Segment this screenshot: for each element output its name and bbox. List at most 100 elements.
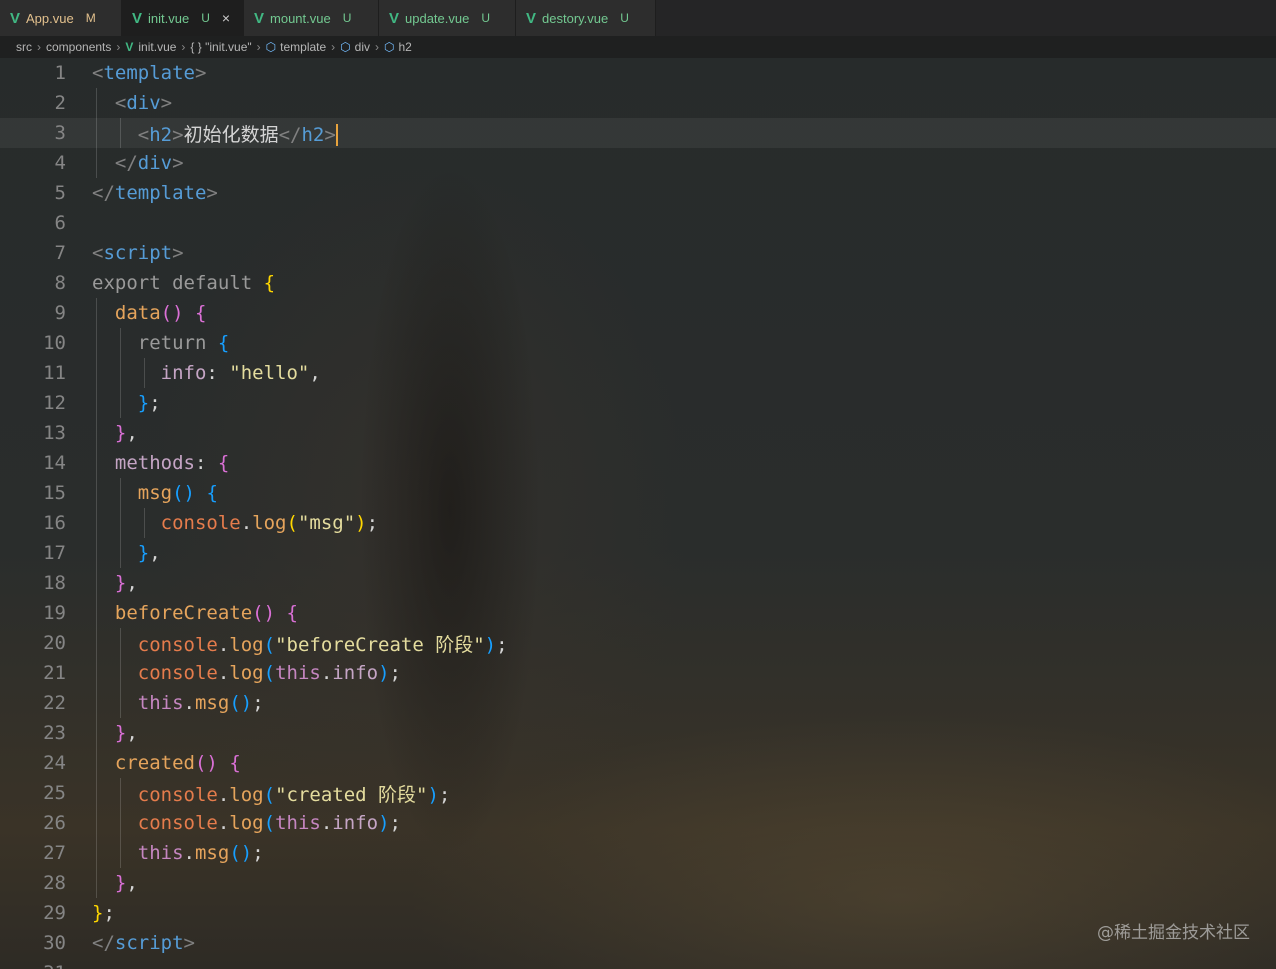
code-line[interactable]: 13 }, xyxy=(0,418,1276,448)
dot: . xyxy=(217,633,230,656)
tag-name: div xyxy=(126,92,161,114)
code-line[interactable]: 20 console.log("beforeCreate 阶段"); xyxy=(0,628,1276,658)
function-name: log xyxy=(229,812,264,834)
brace: } xyxy=(114,572,127,594)
tag-bracket: > xyxy=(194,62,207,84)
semicolon: ; xyxy=(252,842,264,864)
code-line[interactable]: 22 this.msg(); xyxy=(0,688,1276,718)
dot: . xyxy=(183,692,195,714)
tab-update-vue[interactable]: V update.vue U xyxy=(379,0,516,36)
line-number: 25 xyxy=(43,782,66,804)
paren: ) xyxy=(484,633,497,656)
tab-app-vue[interactable]: V App.vue M xyxy=(0,0,122,36)
breadcrumb-item-object[interactable]: { } "init.vue" xyxy=(190,40,251,54)
line-number: 7 xyxy=(54,242,66,264)
line-number: 14 xyxy=(43,452,66,474)
code-line[interactable]: 27 this.msg(); xyxy=(0,838,1276,868)
code-line[interactable]: 9 data() { xyxy=(0,298,1276,328)
comma: , xyxy=(126,722,138,744)
tag-name: div xyxy=(137,152,173,174)
brace: { xyxy=(217,452,230,474)
code-line[interactable]: 21 console.log(this.info); xyxy=(0,658,1276,688)
code-line[interactable]: 17 }, xyxy=(0,538,1276,568)
tab-label: mount.vue xyxy=(270,10,331,26)
git-status-badge: U xyxy=(201,11,210,25)
code-line[interactable]: 5 </template> xyxy=(0,178,1276,208)
line-number: 27 xyxy=(43,842,66,864)
function-name: log xyxy=(252,512,287,534)
code-line[interactable]: 23 }, xyxy=(0,718,1276,748)
code-line[interactable]: 31 xyxy=(0,958,1276,969)
breadcrumb-item-template[interactable]: template xyxy=(280,40,326,54)
paren: () xyxy=(229,692,253,714)
string: "msg" xyxy=(297,512,356,534)
tab-label: update.vue xyxy=(405,10,470,26)
line-number: 4 xyxy=(54,152,66,174)
semicolon: ; xyxy=(252,692,264,714)
tag-name: h2 xyxy=(301,123,325,146)
code-line[interactable]: 10 return { xyxy=(0,328,1276,358)
code-line[interactable]: 18 }, xyxy=(0,568,1276,598)
code-line[interactable]: 24 created() { xyxy=(0,748,1276,778)
tag-name: template xyxy=(114,182,207,204)
code-line[interactable]: 16 console.log("msg"); xyxy=(0,508,1276,538)
line-number: 24 xyxy=(43,752,66,774)
tab-destory-vue[interactable]: V destory.vue U xyxy=(516,0,656,36)
tag-name: script xyxy=(114,932,184,954)
function-name: created xyxy=(114,752,195,774)
identifier: console xyxy=(137,812,218,834)
paren: () xyxy=(194,752,218,774)
semicolon: ; xyxy=(389,812,401,834)
code-line[interactable]: 25 console.log("created 阶段"); xyxy=(0,778,1276,808)
property: info xyxy=(332,662,379,684)
function-name: msg xyxy=(194,692,230,714)
watermark: @稀土掘金技术社区 xyxy=(1097,923,1250,943)
chevron-right-icon: › xyxy=(116,40,121,54)
code-line[interactable]: 29 }; xyxy=(0,898,1276,928)
breadcrumb-item-src[interactable]: src xyxy=(16,40,32,54)
breadcrumb-item-file[interactable]: init.vue xyxy=(138,40,176,54)
tab-init-vue[interactable]: V init.vue U × xyxy=(122,0,244,36)
code-editor[interactable]: 1 <template> 2 <div> 3 <h2>初始化数据</h2> 4 … xyxy=(0,58,1276,969)
close-icon[interactable]: × xyxy=(222,10,230,26)
tab-mount-vue[interactable]: V mount.vue U xyxy=(244,0,379,36)
cube-icon: ⬡ xyxy=(340,40,351,54)
tag-bracket: < xyxy=(137,123,150,146)
paren: ) xyxy=(355,512,367,534)
code-line[interactable]: 14 methods: { xyxy=(0,448,1276,478)
brace: } xyxy=(92,902,104,924)
paren: ) xyxy=(427,783,439,806)
semicolon: ; xyxy=(366,512,379,534)
breadcrumb: src › components › V init.vue › { } "ini… xyxy=(0,36,1276,58)
code-line[interactable]: 4 </div> xyxy=(0,148,1276,178)
code-line-current[interactable]: 3 <h2>初始化数据</h2> xyxy=(0,118,1276,148)
paren: ) xyxy=(378,662,390,684)
code-line[interactable]: 28 }, xyxy=(0,868,1276,898)
breadcrumb-item-components[interactable]: components xyxy=(46,40,111,54)
code-line[interactable]: 7 <script> xyxy=(0,238,1276,268)
brace: } xyxy=(114,872,127,894)
code-line[interactable]: 6 xyxy=(0,208,1276,238)
code-line[interactable]: 19 beforeCreate() { xyxy=(0,598,1276,628)
code-line[interactable]: 12 }; xyxy=(0,388,1276,418)
tag-name: template xyxy=(103,62,195,84)
code-line[interactable]: 30 </script> xyxy=(0,928,1276,958)
dot: . xyxy=(217,783,230,806)
code-line[interactable]: 8 export default { xyxy=(0,268,1276,298)
vue-file-icon: V xyxy=(125,40,134,54)
code-line[interactable]: 11 info: "hello", xyxy=(0,358,1276,388)
code-line[interactable]: 15 msg() { xyxy=(0,478,1276,508)
code-line[interactable]: 1 <template> xyxy=(0,58,1276,88)
tag-bracket: > xyxy=(172,152,184,174)
dot: . xyxy=(320,812,333,834)
keyword: default xyxy=(172,272,253,294)
breadcrumb-item-div[interactable]: div xyxy=(355,40,370,54)
dot: . xyxy=(183,842,195,864)
tag-bracket: </ xyxy=(92,932,115,954)
breadcrumb-item-h2[interactable]: h2 xyxy=(398,40,411,54)
code-line[interactable]: 2 <div> xyxy=(0,88,1276,118)
brace: { xyxy=(195,302,207,324)
code-line[interactable]: 26 console.log(this.info); xyxy=(0,808,1276,838)
line-number: 5 xyxy=(54,182,66,204)
line-number: 6 xyxy=(54,212,66,234)
